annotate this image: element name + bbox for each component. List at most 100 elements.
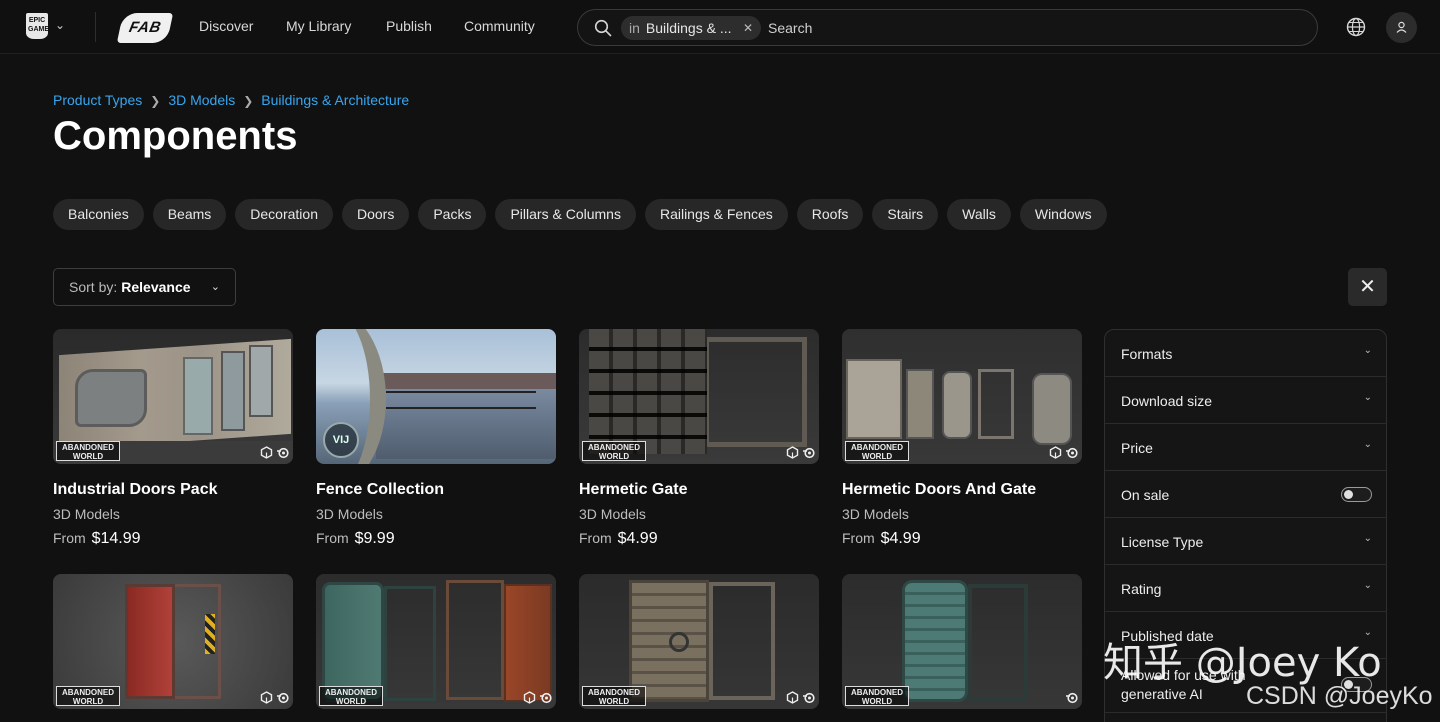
product-thumbnail[interactable]: ABANDONED WORLD — [579, 574, 819, 709]
sort-label: Sort by: — [69, 279, 118, 295]
fab-logo-text: FAB — [127, 19, 163, 36]
nav-publish[interactable]: Publish — [386, 18, 432, 34]
blender-icon — [1066, 448, 1078, 459]
category-decoration[interactable]: Decoration — [235, 199, 333, 230]
product-card[interactable]: ABANDONED WORLD — [842, 574, 1082, 709]
product-card[interactable]: ABANDONED WORLD — [53, 574, 293, 709]
chevron-down-icon: ⌄ — [1363, 345, 1372, 356]
search-scope-prefix: in — [629, 20, 640, 36]
product-card[interactable]: ABANDONED WORLD — [579, 574, 819, 709]
filter-rating[interactable]: Rating ⌄ — [1105, 565, 1386, 612]
category-roofs[interactable]: Roofs — [796, 199, 864, 230]
chevron-down-icon[interactable]: ⌄ — [55, 18, 65, 32]
filter-download-size[interactable]: Download size ⌄ — [1105, 377, 1386, 424]
category-packs[interactable]: Packs — [418, 199, 487, 230]
filter-label: License Type — [1121, 534, 1204, 550]
blender-icon — [277, 693, 289, 704]
product-thumbnail[interactable]: ABANDONED WORLD — [53, 574, 293, 709]
engine-icons — [1062, 689, 1078, 705]
blender-icon — [1066, 693, 1078, 704]
unity-icon — [786, 446, 799, 460]
category-doors[interactable]: Doors — [341, 199, 410, 230]
product-card[interactable]: ABANDONED WORLD Hermetic Gate 3D Models … — [579, 329, 819, 547]
filter-price[interactable]: Price ⌄ — [1105, 424, 1386, 471]
publisher-badge: ABANDONED WORLD — [56, 441, 120, 461]
engine-icons — [520, 689, 552, 705]
category-railings-fences[interactable]: Railings & Fences — [644, 199, 788, 230]
product-price: From $4.99 — [579, 530, 658, 548]
epic-logo-text: EPIC GAMES — [28, 17, 54, 33]
search-scope-label: Buildings & ... — [645, 20, 732, 36]
breadcrumb-product-types[interactable]: Product Types — [53, 92, 142, 108]
nav-my-library[interactable]: My Library — [286, 18, 351, 34]
chevron-down-icon: ⌄ — [1363, 533, 1372, 544]
product-price: From $4.99 — [842, 530, 921, 548]
price-prefix: From — [316, 530, 349, 546]
filter-license-type[interactable]: License Type ⌄ — [1105, 518, 1386, 565]
watermark-zhihu: 知乎 @Joey Ko — [1103, 640, 1382, 686]
breadcrumb-buildings-architecture[interactable]: Buildings & Architecture — [261, 92, 409, 108]
close-filters-button[interactable]: ✕ — [1348, 268, 1387, 306]
product-title[interactable]: Industrial Doors Pack — [53, 481, 218, 499]
price-amount: $4.99 — [617, 530, 658, 547]
product-card[interactable]: ABANDONED WORLD Industrial Doors Pack 3D… — [53, 329, 293, 547]
product-price: From $14.99 — [53, 530, 141, 548]
category-pillars-columns[interactable]: Pillars & Columns — [495, 199, 636, 230]
price-prefix: From — [842, 530, 875, 546]
page-title: Components — [53, 114, 298, 158]
breadcrumb: Product Types ❯ 3D Models ❯ Buildings & Arch… — [53, 92, 409, 108]
on-sale-toggle[interactable] — [1341, 487, 1372, 502]
blender-icon — [277, 448, 289, 459]
category-balconies[interactable]: Balconies — [53, 199, 144, 230]
nav-discover[interactable]: Discover — [199, 18, 253, 34]
product-card[interactable]: ABANDONED WORLD Hermetic Doors And Gate … — [842, 329, 1082, 547]
product-card[interactable]: VIJ Fence Collection 3D Models From $9.9… — [316, 329, 556, 547]
product-thumbnail[interactable]: ABANDONED WORLD — [842, 329, 1082, 464]
search-icon[interactable] — [594, 19, 612, 37]
publisher-badge: ABANDONED WORLD — [582, 686, 646, 706]
product-thumbnail[interactable]: VIJ — [316, 329, 556, 464]
category-windows[interactable]: Windows — [1019, 199, 1107, 230]
filter-label: Download size — [1121, 393, 1213, 409]
sort-dropdown[interactable]: Sort by: Relevance ⌄ — [53, 268, 236, 306]
globe-icon[interactable] — [1345, 16, 1367, 38]
product-title[interactable]: Fence Collection — [316, 481, 444, 499]
publisher-badge: ABANDONED WORLD — [845, 686, 909, 706]
close-icon[interactable]: ✕ — [743, 16, 753, 40]
avatar[interactable] — [1386, 12, 1417, 43]
product-thumbnail[interactable]: ABANDONED WORLD — [53, 329, 293, 464]
filter-label: Price — [1121, 440, 1153, 456]
product-title[interactable]: Hermetic Gate — [579, 481, 688, 499]
publisher-badge: ABANDONED WORLD — [582, 441, 646, 461]
fab-logo[interactable]: FAB — [116, 13, 174, 43]
user-icon — [1396, 21, 1407, 33]
blender-icon — [803, 448, 815, 459]
nav-community[interactable]: Community — [464, 18, 535, 34]
filter-label: On sale — [1121, 487, 1170, 503]
category-beams[interactable]: Beams — [152, 199, 227, 230]
product-type: 3D Models — [579, 506, 646, 522]
engine-icons — [257, 444, 289, 460]
engine-icons — [783, 689, 815, 705]
product-thumbnail[interactable]: ABANDONED WORLD — [842, 574, 1082, 709]
product-type: 3D Models — [316, 506, 383, 522]
product-thumbnail[interactable]: ABANDONED WORLD — [316, 574, 556, 709]
engine-icons — [783, 444, 815, 460]
publisher-badge: ABANDONED WORLD — [845, 441, 909, 461]
filter-formats[interactable]: Formats ⌄ — [1105, 330, 1386, 377]
price-amount: $4.99 — [880, 530, 921, 547]
product-card[interactable]: ABANDONED WORLD — [316, 574, 556, 709]
breadcrumb-3d-models[interactable]: 3D Models — [168, 92, 235, 108]
price-amount: $9.99 — [354, 530, 395, 547]
category-walls[interactable]: Walls — [947, 199, 1011, 230]
unity-icon — [523, 691, 536, 705]
product-title[interactable]: Hermetic Doors And Gate — [842, 481, 1036, 499]
search-bar[interactable]: in Buildings & ... ✕ — [577, 9, 1318, 46]
product-thumbnail[interactable]: ABANDONED WORLD — [579, 329, 819, 464]
epic-games-logo[interactable]: EPIC GAMES — [26, 13, 54, 39]
filter-label: Formats — [1121, 346, 1173, 362]
search-input[interactable] — [768, 18, 1288, 38]
product-price: From $9.99 — [316, 530, 395, 548]
category-stairs[interactable]: Stairs — [872, 199, 939, 230]
search-scope-chip[interactable]: in Buildings & ... ✕ — [621, 16, 761, 40]
